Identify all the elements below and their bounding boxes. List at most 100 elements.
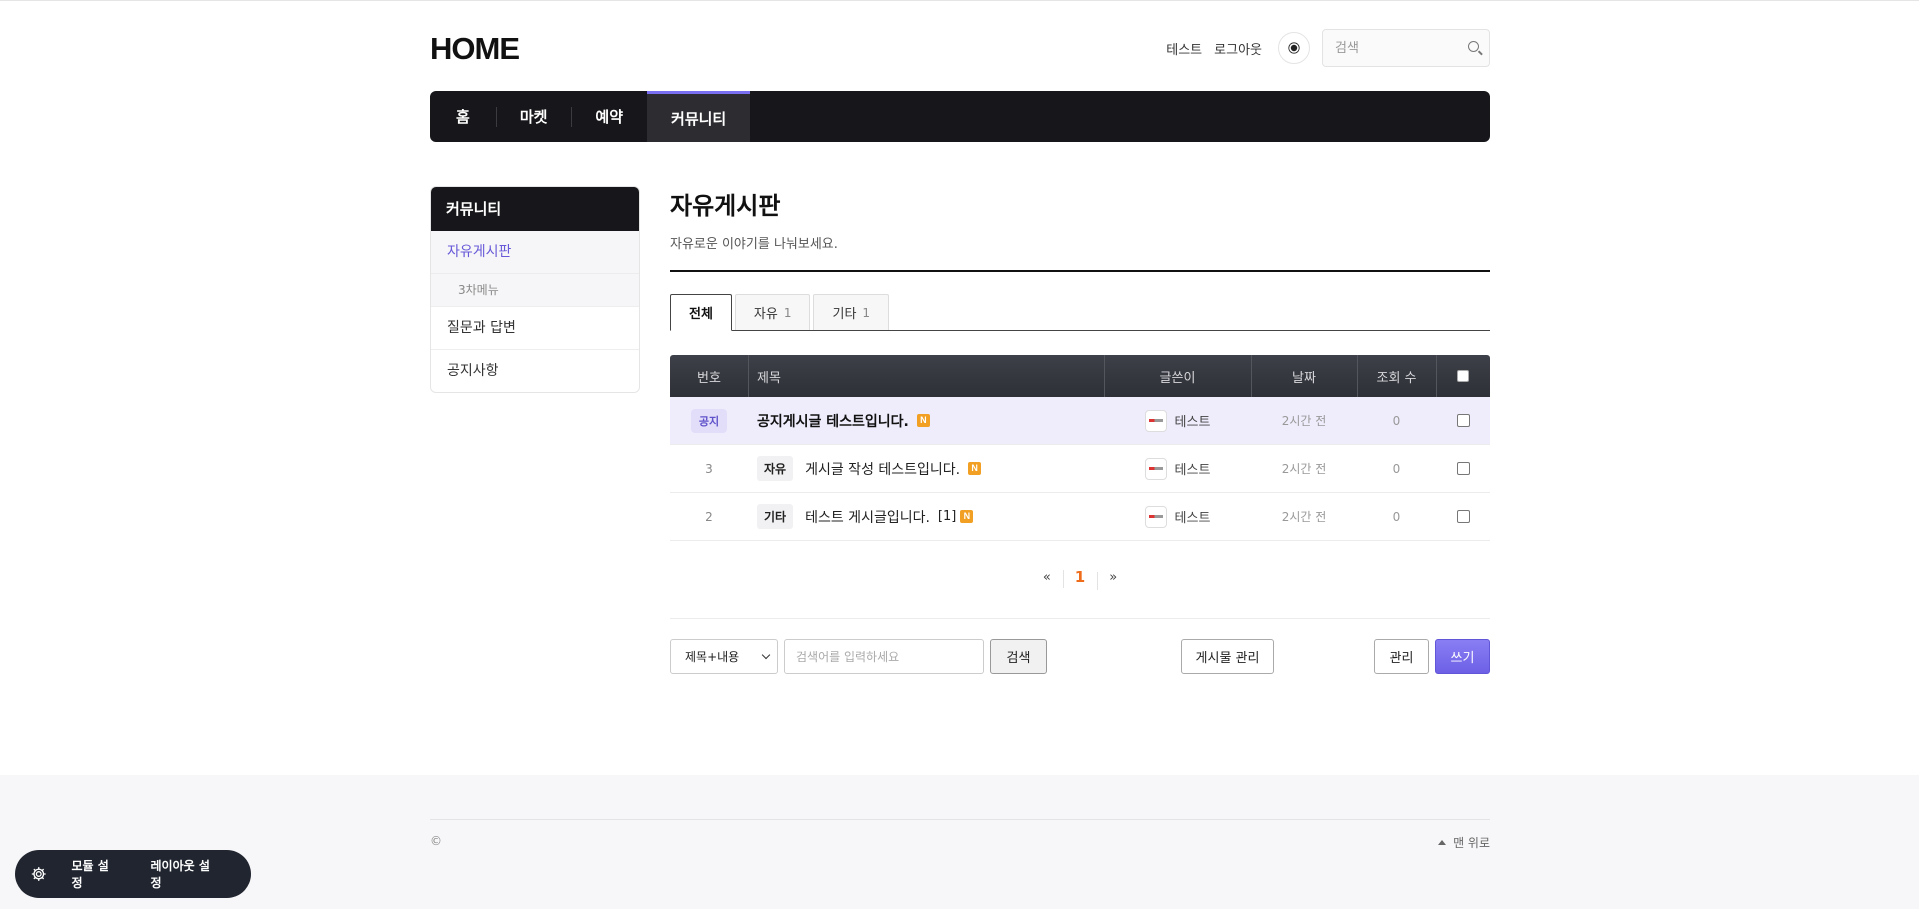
nav-item-community[interactable]: 커뮤니티 — [647, 91, 751, 142]
title-divider — [670, 270, 1490, 272]
nav-item-reservation[interactable]: 예약 — [571, 91, 647, 142]
tab-free[interactable]: 자유 1 — [734, 294, 811, 330]
column-header-title: 제목 — [748, 355, 1104, 397]
notice-badge: 공지 — [690, 408, 728, 433]
row-date: 2시간 전 — [1281, 414, 1327, 428]
row-title-cell: 자유 게시글 작성 테스트입니다. N — [748, 445, 1104, 492]
manage-button[interactable]: 관리 — [1374, 639, 1429, 674]
tab-label: 전체 — [689, 307, 713, 322]
tab-label: 자유 — [753, 307, 778, 322]
column-header-number: 번호 — [697, 370, 721, 386]
keyword-search-input[interactable] — [784, 639, 984, 674]
user-name-link[interactable]: 테스트 — [1166, 39, 1202, 58]
nav-item-market[interactable]: 마켓 — [495, 91, 572, 142]
pagination-prev[interactable]: « — [1031, 570, 1063, 585]
row-title-cell: 기타 테스트 게시글입니다. [1] N — [748, 493, 1104, 540]
author-name[interactable]: 테스트 — [1175, 411, 1211, 430]
caret-up-icon — [1438, 840, 1447, 845]
header-search-input[interactable] — [1323, 30, 1453, 66]
new-icon: N — [960, 510, 974, 523]
search-button[interactable]: 검색 — [990, 639, 1047, 674]
tab-count: 1 — [862, 305, 871, 320]
board-main: 자유게시판 자유로운 이야기를 나눠보세요. 전체 자유 1 기타 1 번호 제목 … — [670, 186, 1490, 675]
chevron-down-icon — [761, 650, 771, 660]
sidebar: 커뮤니티 자유게시판 3차메뉴 질문과 답변 공지사항 — [430, 186, 640, 393]
row-title-cell: 공지게시글 테스트입니다. N — [748, 397, 1104, 444]
category-badge: 자유 — [757, 456, 794, 481]
row-number: 공지 — [670, 397, 748, 444]
category-badge: 기타 — [757, 504, 794, 529]
search-scope-value: 제목+내용 — [685, 650, 740, 664]
post-title-link[interactable]: 테스트 게시글입니다. — [805, 507, 930, 527]
avatar — [1144, 409, 1167, 432]
author-name[interactable]: 테스트 — [1175, 459, 1211, 478]
avatar — [1144, 505, 1167, 528]
search-scope-select[interactable]: 제목+내용 — [670, 639, 778, 674]
pagination-current-page[interactable]: 1 — [1062, 568, 1097, 588]
gear-icon[interactable] — [30, 865, 48, 883]
avatar — [1144, 457, 1167, 480]
write-button[interactable]: 쓰기 — [1435, 639, 1490, 674]
search-icon[interactable] — [1468, 41, 1479, 52]
column-header-date: 날짜 — [1251, 355, 1357, 397]
table-row: 3 자유 게시글 작성 테스트입니다. N 테스트 2시간 전 0 — [670, 445, 1490, 493]
pagination-next[interactable]: » — [1097, 570, 1129, 590]
sidebar-item-notice[interactable]: 공지사항 — [431, 349, 639, 392]
site-header: HOME 테스트 로그아웃 — [430, 1, 1490, 91]
row-select — [1436, 397, 1490, 444]
row-date: 2시간 전 — [1281, 462, 1327, 476]
bottom-divider — [670, 618, 1490, 619]
row-author: 테스트 — [1104, 445, 1251, 492]
back-to-top-label: 맨 위로 — [1453, 836, 1490, 850]
row-checkbox[interactable] — [1456, 462, 1470, 475]
post-table: 번호 제목 글쓴이 날짜 조회 수 공지 공지게시글 테스트입니다. N 테스트… — [670, 355, 1490, 541]
sidebar-title: 커뮤니티 — [431, 187, 639, 231]
column-header-author: 글쓴이 — [1104, 355, 1251, 397]
floating-settings-bar: 모듈 설정 레이아웃 설정 — [15, 850, 251, 898]
nav-item-home[interactable]: 홈 — [430, 91, 496, 142]
logout-link[interactable]: 로그아웃 — [1214, 39, 1262, 58]
sun-icon — [1290, 44, 1298, 52]
tab-label: 기타 — [832, 307, 857, 322]
column-header-views: 조회 수 — [1357, 355, 1436, 397]
tab-all[interactable]: 전체 — [670, 294, 732, 331]
theme-toggle-button[interactable] — [1278, 32, 1310, 64]
copyright: © — [430, 834, 442, 848]
row-checkbox[interactable] — [1456, 510, 1470, 523]
comment-count[interactable]: [1] — [938, 509, 956, 524]
row-views: 0 — [1392, 461, 1401, 476]
new-icon: N — [968, 462, 982, 475]
sidebar-item-free-board[interactable]: 자유게시판 — [431, 231, 639, 273]
tab-count: 1 — [783, 305, 792, 320]
table-row: 공지 공지게시글 테스트입니다. N 테스트 2시간 전 0 — [670, 397, 1490, 445]
row-views: 0 — [1392, 413, 1401, 428]
row-date: 2시간 전 — [1281, 510, 1327, 524]
module-settings-button[interactable]: 모듈 설정 — [72, 857, 119, 891]
row-views: 0 — [1392, 509, 1401, 524]
select-all-checkbox[interactable] — [1457, 370, 1469, 382]
row-number: 3 — [705, 461, 713, 476]
manage-posts-button[interactable]: 게시물 관리 — [1181, 639, 1274, 674]
row-number: 2 — [705, 509, 713, 524]
column-header-select — [1436, 355, 1490, 397]
layout-settings-button[interactable]: 레이아웃 설정 — [151, 857, 219, 891]
tab-etc[interactable]: 기타 1 — [813, 294, 890, 330]
row-author: 테스트 — [1104, 493, 1251, 540]
header-utilities: 테스트 로그아웃 — [1166, 29, 1490, 67]
row-select — [1436, 493, 1490, 540]
main-nav: 홈 마켓 예약 커뮤니티 — [430, 91, 1490, 142]
board-actions-bar: 제목+내용 검색 게시물 관리 관리 쓰기 — [670, 639, 1490, 675]
post-title-link[interactable]: 게시글 작성 테스트입니다. — [805, 459, 960, 479]
table-row: 2 기타 테스트 게시글입니다. [1] N 테스트 2시간 전 0 — [670, 493, 1490, 541]
row-checkbox[interactable] — [1456, 414, 1470, 427]
category-tabs: 전체 자유 1 기타 1 — [670, 294, 1490, 331]
sidebar-subitem-3rd-menu[interactable]: 3차메뉴 — [431, 273, 639, 306]
author-name[interactable]: 테스트 — [1175, 507, 1211, 526]
row-author: 테스트 — [1104, 397, 1251, 444]
row-select — [1436, 445, 1490, 492]
post-title-link[interactable]: 공지게시글 테스트입니다. — [757, 411, 909, 431]
site-logo[interactable]: HOME — [430, 31, 520, 67]
page-description: 자유로운 이야기를 나눠보세요. — [670, 237, 838, 252]
back-to-top-link[interactable]: 맨 위로 — [1438, 834, 1490, 851]
sidebar-item-qna[interactable]: 질문과 답변 — [431, 306, 639, 349]
